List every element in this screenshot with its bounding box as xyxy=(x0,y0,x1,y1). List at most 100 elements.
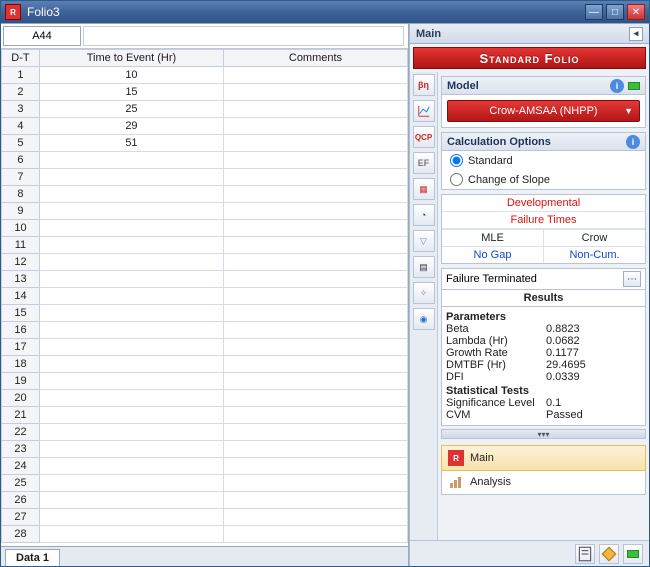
qcp-button[interactable]: QCP xyxy=(413,126,435,148)
cell-time[interactable]: 29 xyxy=(39,118,223,135)
tool-diamond-button[interactable] xyxy=(599,544,619,564)
row-header[interactable]: 18 xyxy=(2,356,40,373)
row-header[interactable]: 2 xyxy=(2,84,40,101)
row-header[interactable]: 12 xyxy=(2,254,40,271)
radio-slope-input[interactable] xyxy=(450,173,463,186)
cell-time[interactable]: 10 xyxy=(39,67,223,84)
crow-cell[interactable]: Crow xyxy=(544,229,645,246)
cell-time[interactable]: 15 xyxy=(39,84,223,101)
collapse-handle[interactable]: ▾▾▾ xyxy=(441,429,646,439)
row-header[interactable]: 16 xyxy=(2,322,40,339)
row-header[interactable]: 25 xyxy=(2,475,40,492)
row-header[interactable]: 27 xyxy=(2,509,40,526)
cell-time[interactable] xyxy=(39,203,223,220)
row-header[interactable]: 11 xyxy=(2,237,40,254)
cell-comments[interactable] xyxy=(223,254,407,271)
row-header[interactable]: 6 xyxy=(2,152,40,169)
cell-comments[interactable] xyxy=(223,475,407,492)
cell-time[interactable] xyxy=(39,475,223,492)
col-header-dt[interactable]: D-T xyxy=(2,50,40,67)
col-header-comments[interactable]: Comments xyxy=(223,50,407,67)
row-header[interactable]: 15 xyxy=(2,305,40,322)
cell-comments[interactable] xyxy=(223,169,407,186)
cell-comments[interactable] xyxy=(223,203,407,220)
row-header[interactable]: 14 xyxy=(2,288,40,305)
cell-time[interactable]: 25 xyxy=(39,101,223,118)
row-header[interactable]: 20 xyxy=(2,390,40,407)
radio-standard-input[interactable] xyxy=(450,154,463,167)
nav-main[interactable]: R Main xyxy=(441,445,646,471)
cell-time[interactable] xyxy=(39,509,223,526)
cell-time[interactable] xyxy=(39,237,223,254)
minimize-button[interactable]: — xyxy=(585,4,603,20)
row-header[interactable]: 28 xyxy=(2,526,40,543)
termination-field[interactable]: ⋯ xyxy=(441,268,646,290)
cell-time[interactable] xyxy=(39,356,223,373)
cell-comments[interactable] xyxy=(223,339,407,356)
row-header[interactable]: 3 xyxy=(2,101,40,118)
cell-comments[interactable] xyxy=(223,458,407,475)
cell-time[interactable] xyxy=(39,526,223,543)
row-header[interactable]: 19 xyxy=(2,373,40,390)
cell-comments[interactable] xyxy=(223,373,407,390)
cell-comments[interactable] xyxy=(223,526,407,543)
filter-button[interactable]: ▽ xyxy=(413,230,435,252)
cell-comments[interactable] xyxy=(223,305,407,322)
radio-change-of-slope[interactable]: Change of Slope xyxy=(442,170,645,189)
row-header[interactable]: 8 xyxy=(2,186,40,203)
row-header[interactable]: 26 xyxy=(2,492,40,509)
row-header[interactable]: 24 xyxy=(2,458,40,475)
cell-comments[interactable] xyxy=(223,356,407,373)
cell-comments[interactable] xyxy=(223,441,407,458)
cell-time[interactable] xyxy=(39,305,223,322)
cell-time[interactable] xyxy=(39,458,223,475)
cell-comments[interactable] xyxy=(223,135,407,152)
sheet-button[interactable]: ▤ xyxy=(413,256,435,278)
panel-collapse-button[interactable]: ◂ xyxy=(629,27,643,41)
name-box[interactable]: A44 xyxy=(3,26,81,46)
non-cum-cell[interactable]: Non-Cum. xyxy=(544,246,645,263)
cell-comments[interactable] xyxy=(223,509,407,526)
cell-time[interactable] xyxy=(39,373,223,390)
table-button[interactable]: ▦ xyxy=(413,178,435,200)
cell-time[interactable] xyxy=(39,288,223,305)
cell-time[interactable] xyxy=(39,407,223,424)
row-header[interactable]: 5 xyxy=(2,135,40,152)
cell-time[interactable]: 51 xyxy=(39,135,223,152)
col-header-time[interactable]: Time to Event (Hr) xyxy=(39,50,223,67)
no-gap-cell[interactable]: No Gap xyxy=(442,246,544,263)
cell-comments[interactable] xyxy=(223,492,407,509)
termination-browse-button[interactable]: ⋯ xyxy=(623,271,641,287)
ef-button[interactable]: EF xyxy=(413,152,435,174)
close-button[interactable]: ✕ xyxy=(627,4,645,20)
row-header[interactable]: 22 xyxy=(2,424,40,441)
cell-time[interactable] xyxy=(39,186,223,203)
cell-comments[interactable] xyxy=(223,186,407,203)
cell-comments[interactable] xyxy=(223,220,407,237)
globe-button[interactable]: ◉ xyxy=(413,308,435,330)
plot-button[interactable] xyxy=(413,100,435,122)
row-header[interactable]: 10 xyxy=(2,220,40,237)
nav-analysis[interactable]: Analysis xyxy=(442,470,645,494)
cell-time[interactable] xyxy=(39,169,223,186)
spreadsheet-grid[interactable]: D-T Time to Event (Hr) Comments 11021532… xyxy=(1,49,408,546)
cell-time[interactable] xyxy=(39,220,223,237)
termination-input[interactable] xyxy=(446,273,623,285)
beta-eta-button[interactable]: βη xyxy=(413,74,435,96)
row-header[interactable]: 9 xyxy=(2,203,40,220)
sheet-tab-data1[interactable]: Data 1 xyxy=(5,549,60,566)
cell-time[interactable] xyxy=(39,152,223,169)
row-header[interactable]: 13 xyxy=(2,271,40,288)
cell-time[interactable] xyxy=(39,339,223,356)
cell-time[interactable] xyxy=(39,271,223,288)
cell-comments[interactable] xyxy=(223,424,407,441)
cell-comments[interactable] xyxy=(223,84,407,101)
formula-bar[interactable] xyxy=(83,26,404,46)
row-header[interactable]: 7 xyxy=(2,169,40,186)
mle-cell[interactable]: MLE xyxy=(442,229,544,246)
calc-info-icon[interactable]: i xyxy=(626,135,640,149)
gauge-button[interactable]: ◔ xyxy=(413,204,435,226)
cell-comments[interactable] xyxy=(223,237,407,254)
row-header[interactable]: 21 xyxy=(2,407,40,424)
cell-comments[interactable] xyxy=(223,101,407,118)
